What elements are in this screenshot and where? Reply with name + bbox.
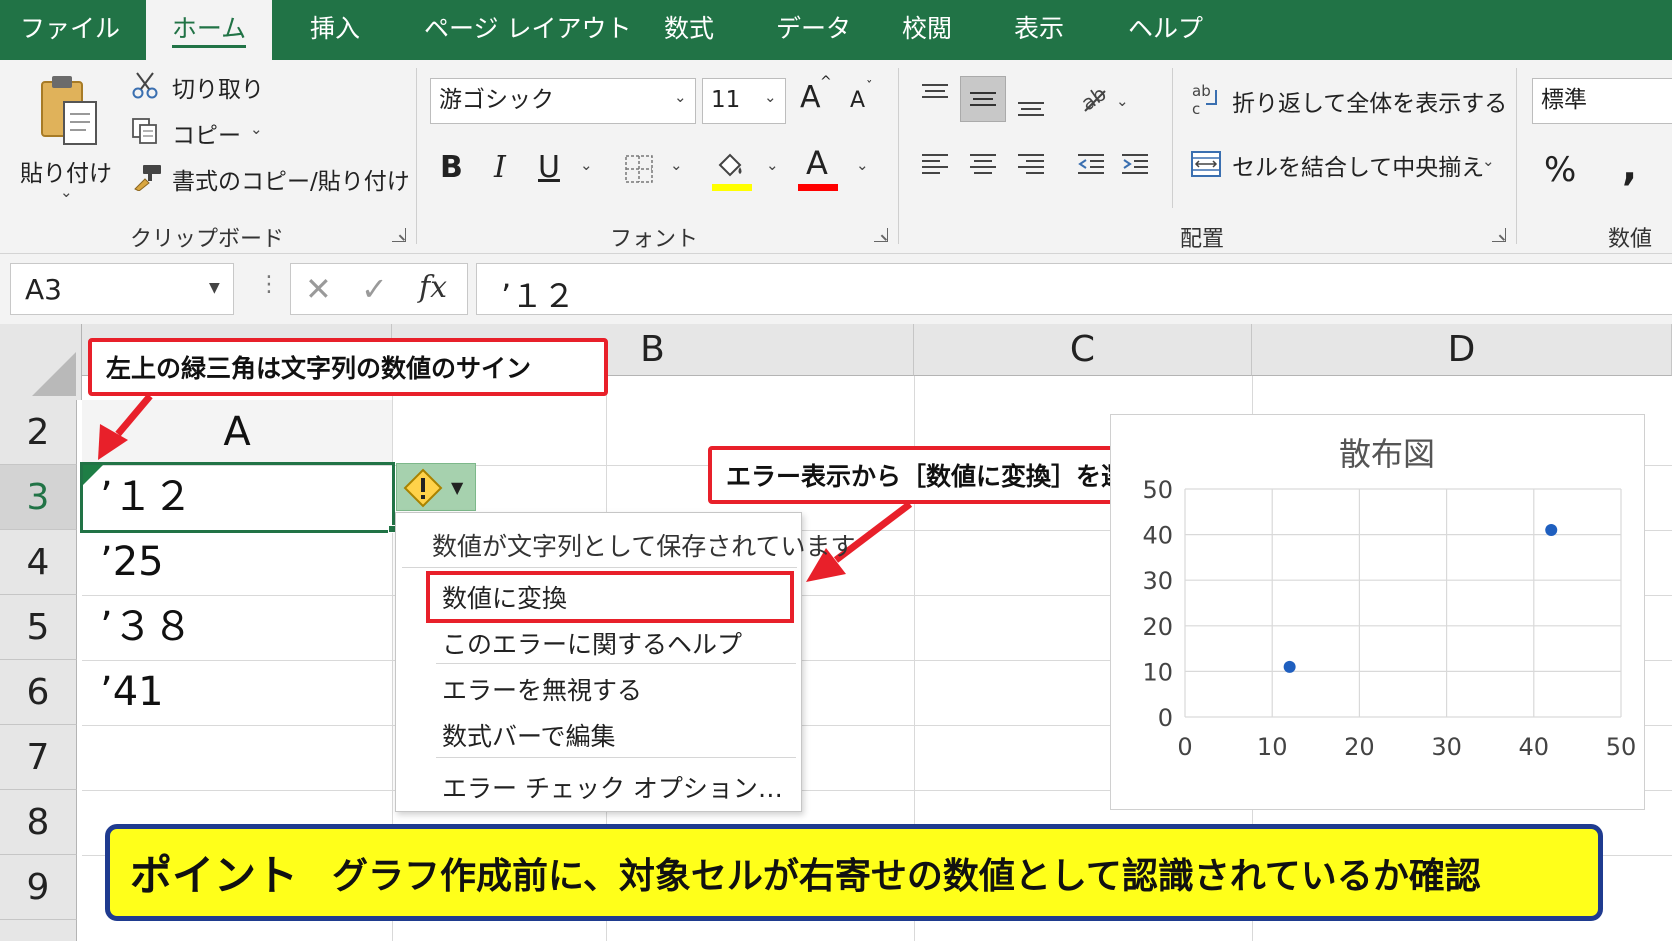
chart-y-tick-label: 50 — [1142, 476, 1173, 504]
chart-y-tick-label: 20 — [1142, 613, 1173, 641]
scatter-chart-svg: 散布図 0 10 20 30 40 50 0 10 20 30 40 50 — [1142, 435, 1637, 761]
chart-y-tick-label: 0 — [1158, 704, 1173, 732]
chart-y-tick-label: 40 — [1142, 522, 1173, 550]
chart-x-tick-label: 40 — [1519, 733, 1550, 761]
chart-x-tick-label: 20 — [1344, 733, 1375, 761]
chart-data-point[interactable] — [1283, 660, 1296, 673]
chart-title: 散布図 — [1339, 435, 1435, 473]
error-menu-header: 数値が文字列として保存されています — [432, 532, 856, 561]
banner-text: グラフ作成前に、対象セルが右寄せの数値として認識されているか確認 — [332, 855, 1481, 897]
point-banner: ポイント グラフ作成前に、対象セルが右寄せの数値として認識されているか確認 — [105, 824, 1603, 921]
menu-item-ignore-error[interactable]: エラーを無視する — [396, 671, 801, 707]
chart-y-tick-label: 30 — [1142, 567, 1173, 595]
arrow-to-triangle — [115, 393, 153, 437]
chart-y-tick-label: 10 — [1142, 658, 1173, 686]
error-context-menu: 数値が文字列として保存されています 数値に変換 このエラーに関するヘルプ エラー… — [395, 512, 856, 812]
menu-separator — [402, 567, 797, 568]
chart-x-tick-label: 50 — [1606, 733, 1637, 761]
chart-x-tick-label: 0 — [1177, 733, 1192, 761]
chart-x-tick-label: 10 — [1257, 733, 1288, 761]
scatter-chart[interactable]: 散布図 0 10 20 30 40 50 0 10 20 30 40 50 — [1110, 414, 1645, 810]
menu-item-convert-to-number[interactable]: 数値に変換 — [396, 579, 801, 615]
menu-separator — [436, 663, 796, 664]
banner-lead: ポイント — [130, 851, 299, 900]
chart-x-tick-label: 30 — [1431, 733, 1462, 761]
menu-item-error-help[interactable]: このエラーに関するヘルプ — [396, 625, 801, 661]
menu-separator — [436, 757, 796, 758]
menu-item-edit-in-formula-bar[interactable]: 数式バーで編集 — [396, 717, 801, 753]
menu-item-error-check-options[interactable]: エラー チェック オプション… — [396, 769, 801, 805]
chart-data-point[interactable] — [1545, 524, 1558, 537]
